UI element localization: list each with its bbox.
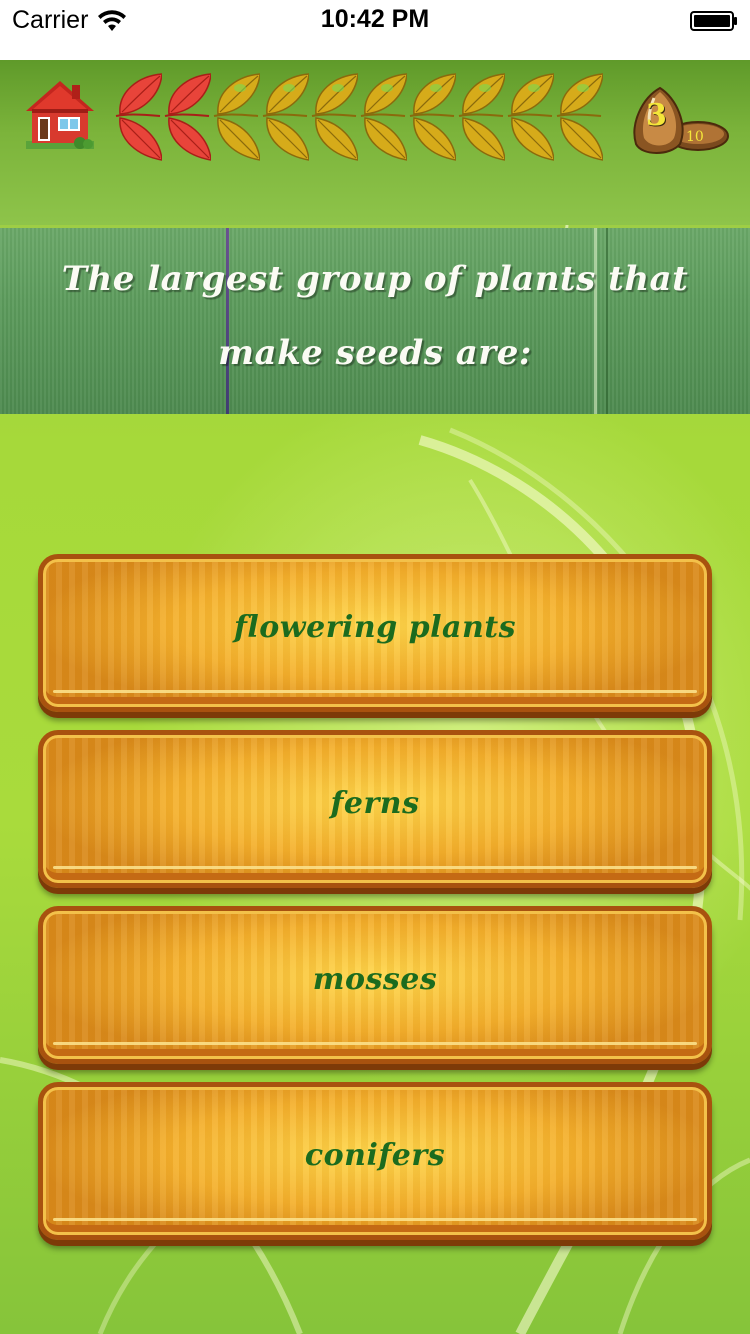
seed-current-count: 3 (646, 98, 667, 133)
answer-label: conifers (304, 1137, 446, 1173)
leaf-icon-pending (311, 73, 358, 161)
progress-leaves (112, 70, 612, 165)
question-banner: The largest group of plants that make se… (0, 228, 750, 414)
leaf-icon-pending (507, 73, 554, 161)
question-line-2: make seeds are: (218, 333, 532, 373)
question-text: The largest group of plants that make se… (60, 242, 690, 390)
house-icon[interactable] (22, 77, 98, 153)
seed-icon (633, 86, 729, 154)
answer-button-1[interactable]: flowering plants (38, 554, 712, 712)
answer-label: mosses (312, 961, 438, 997)
seed-counter: 3 10 (624, 84, 730, 158)
leaf-icon-pending (458, 73, 505, 161)
leaf-icon-earned (164, 73, 211, 161)
leaf-icon-pending (213, 73, 260, 161)
answer-button-4[interactable]: conifers (38, 1082, 712, 1240)
question-line-1: The largest group of plants that (61, 259, 689, 299)
battery-full-icon (690, 11, 737, 31)
seed-total-count: 10 (686, 129, 704, 145)
status-bar: Carrier 10:42 PM (0, 0, 750, 60)
answer-label: flowering plants (233, 609, 517, 645)
leaf-icon-pending (262, 73, 309, 161)
leaf-icon-pending (556, 73, 603, 161)
answer-button-2[interactable]: ferns (38, 730, 712, 888)
answer-label: ferns (330, 785, 420, 821)
leaf-icon-earned (115, 73, 162, 161)
answer-button-3[interactable]: mosses (38, 906, 712, 1064)
status-time: 10:42 PM (320, 5, 430, 33)
leaf-icon-pending (360, 73, 407, 161)
leaf-icon-pending (409, 73, 456, 161)
